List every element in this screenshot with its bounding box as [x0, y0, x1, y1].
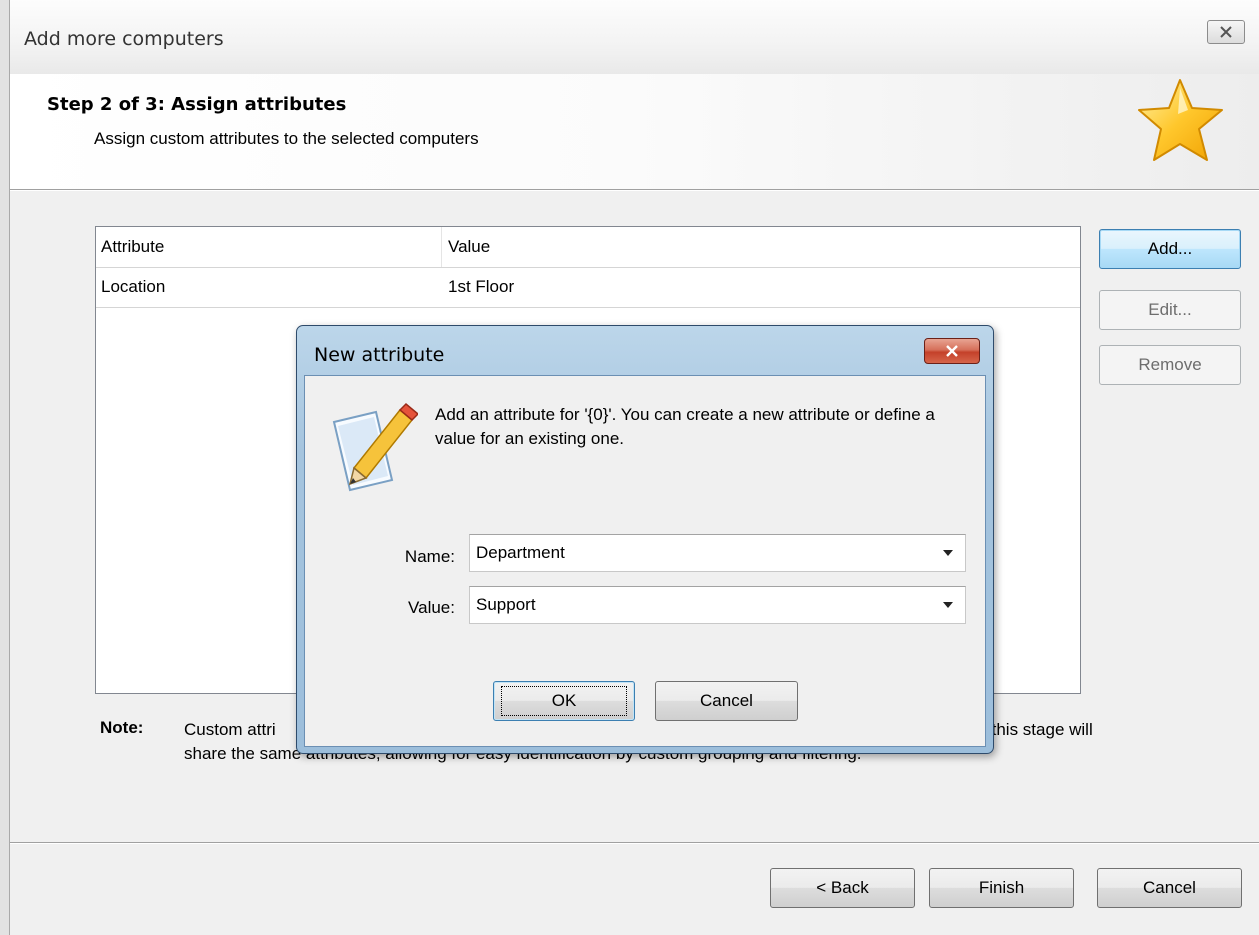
- cancel-button[interactable]: Cancel: [1097, 868, 1242, 908]
- dialog-body: Add an attribute for '{0}'. You can crea…: [304, 375, 986, 747]
- value-combobox-value: Support: [476, 595, 536, 614]
- cell-attribute: Location: [101, 277, 166, 296]
- grid-header: Attribute Value: [96, 227, 1080, 268]
- close-icon: [946, 345, 958, 357]
- new-attribute-dialog[interactable]: New attribute Add an attribute for '{0}'…: [296, 325, 994, 754]
- chevron-down-icon[interactable]: [943, 602, 953, 608]
- window-left-border: [0, 0, 10, 935]
- star-icon: [1138, 79, 1223, 161]
- table-row[interactable]: Location 1st Floor: [96, 267, 1080, 308]
- add-computers-window: Add more computers Step 2 of 3: Assign a…: [0, 0, 1259, 935]
- value-combobox[interactable]: Support: [469, 586, 966, 624]
- note-text-left: Custom attri: [184, 720, 276, 739]
- column-header-value[interactable]: Value: [448, 227, 1068, 267]
- value-label: Value:: [408, 598, 455, 617]
- dialog-close-button[interactable]: [924, 338, 980, 364]
- dialog-title: New attribute: [314, 344, 445, 366]
- edit-button[interactable]: Edit...: [1099, 290, 1241, 330]
- name-combobox[interactable]: Department: [469, 534, 966, 572]
- pencil-note-icon: [332, 402, 418, 492]
- add-button[interactable]: Add...: [1099, 229, 1241, 269]
- wizard-header: Step 2 of 3: Assign attributes Assign cu…: [10, 74, 1259, 189]
- header-separator-highlight: [10, 190, 1259, 191]
- column-divider[interactable]: [441, 227, 442, 267]
- close-icon: [1220, 26, 1232, 38]
- window-close-button[interactable]: [1207, 20, 1245, 44]
- step-subtitle: Assign custom attributes to the selected…: [94, 129, 479, 148]
- column-header-attribute[interactable]: Attribute: [101, 227, 441, 267]
- step-title: Step 2 of 3: Assign attributes: [47, 94, 347, 115]
- note-label: Note:: [100, 718, 144, 737]
- title-bar[interactable]: Add more computers: [10, 0, 1259, 74]
- cell-value: 1st Floor: [448, 277, 515, 296]
- ok-button[interactable]: OK: [493, 681, 635, 721]
- finish-button[interactable]: Finish: [929, 868, 1074, 908]
- window-title: Add more computers: [24, 28, 224, 50]
- footer-separator-highlight: [10, 843, 1259, 844]
- name-label: Name:: [404, 547, 455, 566]
- remove-button[interactable]: Remove: [1099, 345, 1241, 385]
- ok-button-label: OK: [501, 686, 627, 716]
- dialog-cancel-button[interactable]: Cancel: [655, 681, 798, 721]
- dialog-message: Add an attribute for '{0}'. You can crea…: [435, 405, 935, 448]
- back-button[interactable]: < Back: [770, 868, 915, 908]
- name-combobox-value: Department: [476, 543, 565, 562]
- chevron-down-icon[interactable]: [943, 550, 953, 556]
